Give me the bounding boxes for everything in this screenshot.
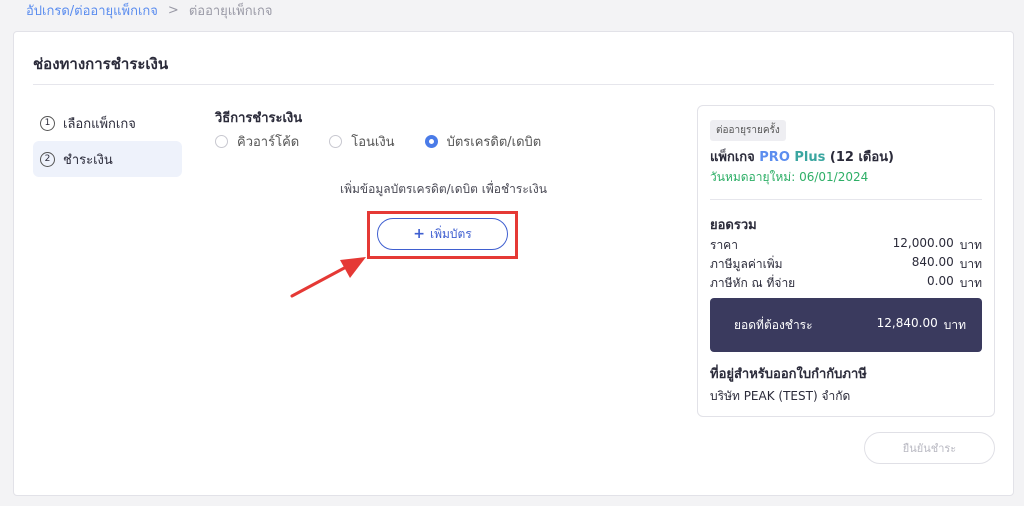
steps-nav: 1 เลือกแพ็กเกจ 2 ชำระเงิน (33, 105, 182, 177)
pointer-arrow-icon (290, 257, 366, 298)
title-divider (33, 84, 994, 85)
radio-label-card: บัตรเครดิต/เดบิต (446, 135, 542, 150)
amount-due-label: ยอดที่ต้องชำระ (734, 317, 813, 332)
renewal-type-badge: ต่ออายุรายครั้ง (710, 120, 786, 141)
total-title: ยอดรวม (710, 218, 757, 233)
tax-invoice-address: บริษัท PEAK (TEST) จำกัด (710, 389, 851, 403)
price-row: ราคา 12,000.00 บาท (710, 236, 982, 254)
step-payment[interactable]: 2 ชำระเงิน (33, 141, 182, 177)
package-plus: Plus (789, 150, 826, 165)
add-card-label: เพิ่มบัตร (429, 226, 472, 241)
breadcrumb: อัปเกรด/ต่ออายุแพ็กเกจ > ต่ออายุแพ็กเกจ (26, 0, 273, 20)
row-label: ราคา (710, 238, 738, 252)
tax-invoice-address-title: ที่อยู่สำหรับออกใบกำกับภาษี (710, 367, 867, 382)
amount-due-box: ยอดที่ต้องชำระ 12,840.00 บาท (710, 298, 982, 352)
step-label: ชำระเงิน (63, 152, 113, 168)
payment-card: ช่องทางการชำระเงิน 1 เลือกแพ็กเกจ 2 ชำระ… (13, 31, 1014, 496)
plus-icon: + (413, 226, 425, 242)
row-unit: บาท (959, 257, 982, 271)
payment-method-title: วิธีการชำระเงิน (215, 111, 303, 126)
radio-option-qr[interactable]: คิวอาร์โค้ด (215, 131, 299, 152)
package-pro: PRO (759, 150, 790, 165)
package-duration: (12 เดือน) (825, 150, 894, 165)
add-card-button[interactable]: + เพิ่มบัตร (377, 218, 508, 250)
row-label: ภาษีหัก ณ ที่จ่าย (710, 276, 796, 290)
radio-option-card[interactable]: บัตรเครดิต/เดบิต (424, 131, 542, 152)
row-unit: บาท (959, 276, 982, 290)
radio-qr[interactable] (215, 135, 228, 148)
radio-transfer[interactable] (329, 135, 343, 148)
order-summary: ต่ออายุรายครั้ง แพ็กเกจ PRO Plus (12 เดื… (697, 105, 995, 417)
step-number-1: 1 (40, 115, 55, 131)
page-title: ช่องทางการชำระเงิน (33, 55, 169, 73)
amount-due-unit: บาท (943, 317, 966, 332)
step-number-2: 2 (40, 151, 55, 167)
payment-method-radios: คิวอาร์โค้ด โอนเงิน บัตรเครดิต/เดบิต (215, 131, 571, 152)
breadcrumb-current: ต่ออายุแพ็กเกจ (188, 3, 273, 19)
breadcrumb-link-upgrade[interactable]: อัปเกรด/ต่ออายุแพ็กเกจ (26, 0, 158, 21)
breadcrumb-separator: > (167, 2, 179, 18)
add-card-hint: เพิ่มข้อมูลบัตรเครดิต/เดบิต เพื่อชำระเงิ… (340, 182, 547, 196)
row-amount: 0.00 (927, 274, 954, 288)
step-label: เลือกแพ็กเกจ (63, 116, 136, 132)
vat-row: ภาษีมูลค่าเพิ่ม 840.00 บาท (710, 255, 982, 273)
package-name: แพ็กเกจ PRO Plus (12 เดือน) (710, 146, 894, 167)
step-select-package[interactable]: 1 เลือกแพ็กเกจ (33, 105, 182, 141)
package-prefix: แพ็กเกจ (710, 150, 760, 165)
confirm-payment-button[interactable]: ยืนยันชำระ (864, 432, 995, 464)
summary-divider (710, 199, 982, 200)
row-amount: 840.00 (911, 255, 954, 269)
row-label: ภาษีมูลค่าเพิ่ม (710, 257, 783, 271)
radio-card[interactable] (424, 135, 438, 148)
radio-label-qr: คิวอาร์โค้ด (237, 135, 300, 150)
amount-due-value: 12,840.00 (876, 315, 938, 330)
withholding-tax-row: ภาษีหัก ณ ที่จ่าย 0.00 บาท (710, 274, 982, 292)
new-expiry-date: วันหมดอายุใหม่: 06/01/2024 (710, 170, 869, 184)
row-amount: 12,000.00 (892, 236, 954, 250)
radio-label-transfer: โอนเงิน (351, 135, 395, 150)
radio-option-transfer[interactable]: โอนเงิน (329, 131, 395, 152)
row-unit: บาท (959, 238, 982, 252)
